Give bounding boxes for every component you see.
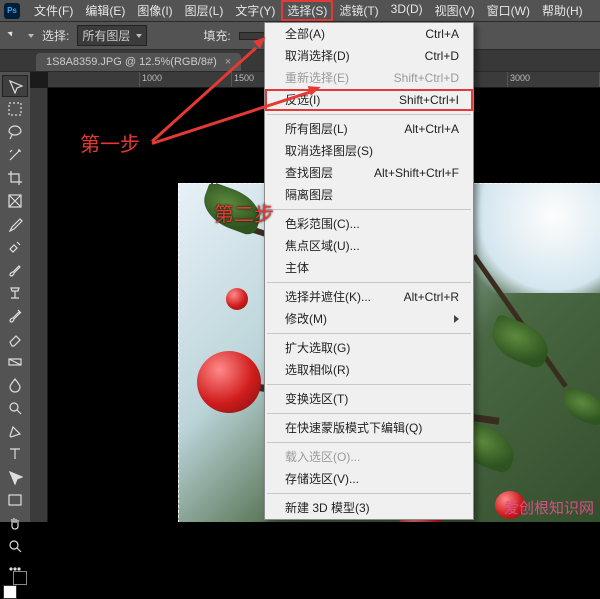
menu-item-shortcut: Ctrl+D — [425, 48, 459, 64]
menu-items: 文件(F)编辑(E)图像(I)图层(L)文字(Y)选择(S)滤镜(T)3D(D)… — [28, 0, 589, 21]
menu-item-label: 扩大选取(G) — [285, 340, 350, 356]
menu-文件f[interactable]: 文件(F) — [28, 0, 79, 21]
watermark: 爱创根知识网 — [504, 497, 594, 518]
zoom-tool[interactable] — [2, 535, 28, 557]
eyedropper-tool[interactable] — [2, 213, 28, 235]
menu-item-label: 取消选择图层(S) — [285, 143, 373, 159]
menu-item[interactable]: 新建 3D 模型(3) — [265, 497, 473, 519]
menu-item-shortcut: Alt+Ctrl+R — [404, 289, 459, 305]
menu-item-label: 色彩范围(C)... — [285, 216, 360, 232]
menu-item-label: 修改(M) — [285, 311, 327, 327]
menu-窗口w[interactable]: 窗口(W) — [481, 0, 536, 21]
menu-item-label: 隔离图层 — [285, 187, 333, 203]
menu-图像i[interactable]: 图像(I) — [131, 0, 178, 21]
menu-item[interactable]: 变换选区(T) — [265, 388, 473, 410]
menu-item[interactable]: 选择并遮住(K)... Alt+Ctrl+R — [265, 286, 473, 308]
blur-tool[interactable] — [2, 374, 28, 396]
menu-item-label: 变换选区(T) — [285, 391, 348, 407]
menu-item-label: 焦点区域(U)... — [285, 238, 360, 254]
foreground-swatch[interactable] — [3, 585, 17, 599]
layer-select[interactable]: 所有图层 — [77, 25, 147, 46]
type-tool[interactable] — [2, 443, 28, 465]
menu-item-label: 载入选区(O)... — [285, 449, 360, 465]
menu-item-shortcut: Shift+Ctrl+I — [399, 92, 459, 108]
menu-item[interactable]: 取消选择(D) Ctrl+D — [265, 45, 473, 67]
document-tab[interactable]: 1S8A8359.JPG @ 12.5%(RGB/8#) × — [36, 53, 241, 71]
options-fill-label: 填充: — [203, 27, 230, 44]
menu-item[interactable]: 隔离图层 — [265, 184, 473, 206]
menu-item[interactable]: 扩大选取(G) — [265, 337, 473, 359]
background-swatch[interactable] — [13, 571, 27, 585]
ruler-tick: 3000 — [508, 72, 600, 87]
menu-编辑e[interactable]: 编辑(E) — [79, 0, 131, 21]
menu-选择s[interactable]: 选择(S) — [281, 0, 333, 21]
hand-tool[interactable] — [2, 512, 28, 534]
clone-stamp-tool[interactable] — [2, 282, 28, 304]
layer-select-value: 所有图层 — [82, 27, 130, 44]
menu-item[interactable]: 查找图层 Alt+Shift+Ctrl+F — [265, 162, 473, 184]
annotation-step2: 第二步 — [214, 198, 274, 227]
annotation-step1: 第一步 — [80, 128, 140, 157]
path-select-tool[interactable] — [2, 466, 28, 488]
eraser-tool[interactable] — [2, 328, 28, 350]
gradient-tool[interactable] — [2, 351, 28, 373]
lasso-tool[interactable] — [2, 121, 28, 143]
menu-item: 载入选区(O)... — [265, 446, 473, 468]
ruler-tick — [48, 72, 140, 87]
tools-panel — [0, 72, 30, 522]
menu-item[interactable]: 全部(A) Ctrl+A — [265, 23, 473, 45]
chevron-down-icon[interactable] — [28, 34, 34, 38]
options-select-label: 选择: — [42, 27, 69, 44]
dodge-tool[interactable] — [2, 397, 28, 419]
chevron-down-icon — [136, 34, 142, 38]
pen-tool[interactable] — [2, 420, 28, 442]
menu-item-label: 查找图层 — [285, 165, 333, 181]
menu-item[interactable]: 修改(M) — [265, 308, 473, 330]
menu-文字y[interactable]: 文字(Y) — [229, 0, 281, 21]
menu-item[interactable]: 存储选区(V)... — [265, 468, 473, 490]
menu-item[interactable]: 主体 — [265, 257, 473, 279]
rectangle-tool[interactable] — [2, 489, 28, 511]
menu-item-label: 取消选择(D) — [285, 48, 350, 64]
menu-3dd[interactable]: 3D(D) — [385, 0, 429, 21]
rect-marquee-tool[interactable] — [2, 98, 28, 120]
move-tool-icon — [6, 29, 20, 43]
menu-item-label: 全部(A) — [285, 26, 325, 42]
frame-tool[interactable] — [2, 190, 28, 212]
healing-brush-tool[interactable] — [2, 236, 28, 258]
menu-item-label: 存储选区(V)... — [285, 471, 359, 487]
menu-滤镜t[interactable]: 滤镜(T) — [333, 0, 384, 21]
brush-tool[interactable] — [2, 259, 28, 281]
menu-item[interactable]: 反选(I)Shift+Ctrl+I — [265, 89, 473, 111]
menu-item-label: 新建 3D 模型(3) — [285, 500, 370, 516]
menu-帮助h[interactable]: 帮助(H) — [536, 0, 589, 21]
menu-item-label: 选择并遮住(K)... — [285, 289, 371, 305]
menu-item[interactable]: 在快速蒙版模式下编辑(Q) — [265, 417, 473, 439]
menu-item-label: 主体 — [285, 260, 309, 276]
menu-item-shortcut: Alt+Ctrl+A — [404, 121, 459, 137]
menu-item-label: 选取相似(R) — [285, 362, 350, 378]
history-brush-tool[interactable] — [2, 305, 28, 327]
menu-item-shortcut: Alt+Shift+Ctrl+F — [374, 165, 459, 181]
move-tool[interactable] — [2, 75, 28, 97]
menu-item[interactable]: 取消选择图层(S) — [265, 140, 473, 162]
tab-title: 1S8A8359.JPG @ 12.5%(RGB/8#) — [46, 56, 217, 68]
menu-item[interactable]: 色彩范围(C)... — [265, 213, 473, 235]
menu-item[interactable]: 选取相似(R) — [265, 359, 473, 381]
crop-tool[interactable] — [2, 167, 28, 189]
menu-item-label: 在快速蒙版模式下编辑(Q) — [285, 420, 422, 436]
magic-wand-tool[interactable] — [2, 144, 28, 166]
menu-item: 重新选择(E)Shift+Ctrl+D — [265, 67, 473, 89]
menu-item[interactable]: 所有图层(L) Alt+Ctrl+A — [265, 118, 473, 140]
menu-item-shortcut: Shift+Ctrl+D — [394, 70, 459, 86]
menu-item-label: 所有图层(L) — [285, 121, 348, 137]
close-icon[interactable]: × — [225, 56, 231, 68]
menu-item-shortcut: Ctrl+A — [425, 26, 459, 42]
ruler-vertical — [30, 88, 48, 522]
menu-视图v[interactable]: 视图(V) — [429, 0, 481, 21]
menu-item[interactable]: 焦点区域(U)... — [265, 235, 473, 257]
app-icon: Ps — [4, 3, 20, 19]
menu-图层l[interactable]: 图层(L) — [179, 0, 230, 21]
menubar: Ps 文件(F)编辑(E)图像(I)图层(L)文字(Y)选择(S)滤镜(T)3D… — [0, 0, 600, 22]
